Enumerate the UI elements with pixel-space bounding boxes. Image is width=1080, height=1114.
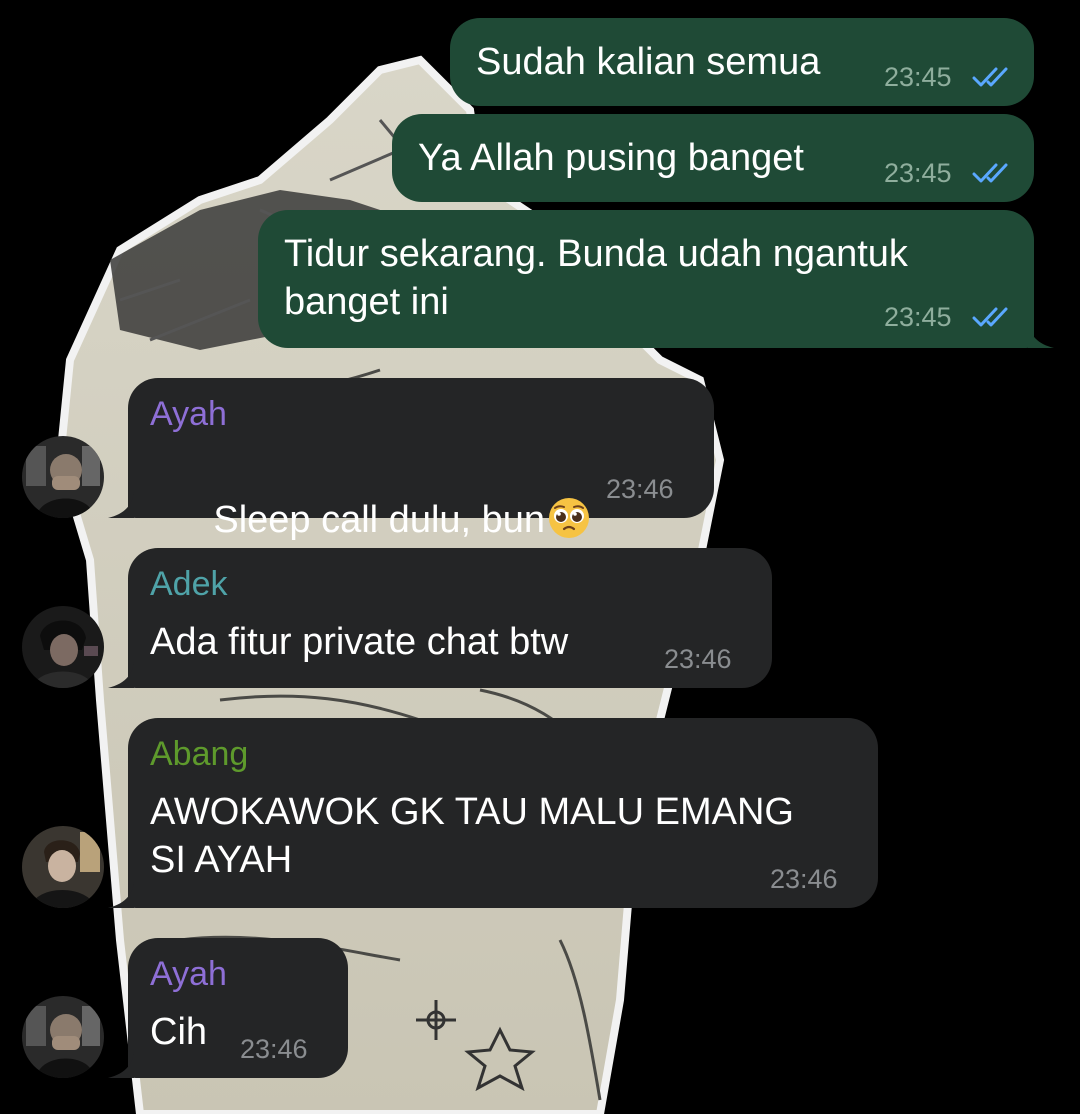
message-text: Sudah kalian semua xyxy=(476,41,821,83)
avatar-abang[interactable] xyxy=(22,826,104,908)
pleading-face-emoji xyxy=(549,498,590,538)
sender-name: Ayah xyxy=(150,395,227,433)
message-text: Tidur sekarang. Bunda udah ngantuk bange… xyxy=(284,233,908,323)
message-text: Ada fitur private chat btw xyxy=(150,621,569,663)
sender-name: Abang xyxy=(150,735,249,773)
bubble-tail xyxy=(108,662,134,688)
message-bubble-incoming[interactable]: Abang AWOKAWOK GK TAU MALU EMANG SI AYAH… xyxy=(108,718,878,908)
avatar-photo xyxy=(22,996,104,1078)
message-text: Cih xyxy=(150,1011,208,1053)
avatar-photo xyxy=(22,826,104,908)
avatar-photo xyxy=(22,436,104,518)
bubble-tail xyxy=(108,1052,134,1078)
message-time: 23:45 xyxy=(884,158,952,188)
bubble-tail xyxy=(108,882,134,908)
avatar-ayah[interactable] xyxy=(22,436,104,518)
message-text: Ya Allah pusing banget xyxy=(418,137,804,179)
chat-screen: Sudah kalian semua 23:45 Ya Allah pusing… xyxy=(0,0,1080,1114)
sender-name: Ayah xyxy=(150,955,227,993)
message-text: AWOKAWOK GK TAU MALU EMANG SI AYAH xyxy=(150,791,794,881)
message-bubble-incoming[interactable]: Adek Ada fitur private chat btw 23:46 xyxy=(108,548,772,688)
message-time: 23:46 xyxy=(664,644,732,674)
sender-name: Adek xyxy=(150,565,228,603)
double-check-icon xyxy=(972,67,1008,87)
message-bubble-incoming[interactable]: Ayah Cih 23:46 xyxy=(108,938,348,1078)
bubble-tail xyxy=(108,492,134,518)
avatar-photo xyxy=(22,606,104,688)
message-bubble-outgoing[interactable]: Ya Allah pusing banget 23:45 xyxy=(392,114,1034,202)
double-check-icon xyxy=(972,307,1008,327)
message-bubble-outgoing[interactable]: Sudah kalian semua 23:45 xyxy=(450,18,1034,106)
message-time: 23:46 xyxy=(240,1034,308,1064)
bubble-tail xyxy=(1028,322,1054,348)
avatar-ayah[interactable] xyxy=(22,996,104,1078)
message-time: 23:45 xyxy=(884,62,952,92)
double-check-icon xyxy=(972,163,1008,183)
message-time: 23:46 xyxy=(770,864,838,894)
message-time: 23:46 xyxy=(606,474,674,504)
message-time: 23:45 xyxy=(884,302,952,332)
avatar-adek[interactable] xyxy=(22,606,104,688)
message-bubble-incoming[interactable]: Ayah Sleep call dulu, bun 23:46 xyxy=(108,378,714,541)
message-bubble-outgoing[interactable]: Tidur sekarang. Bunda udah ngantuk bange… xyxy=(258,210,1054,348)
